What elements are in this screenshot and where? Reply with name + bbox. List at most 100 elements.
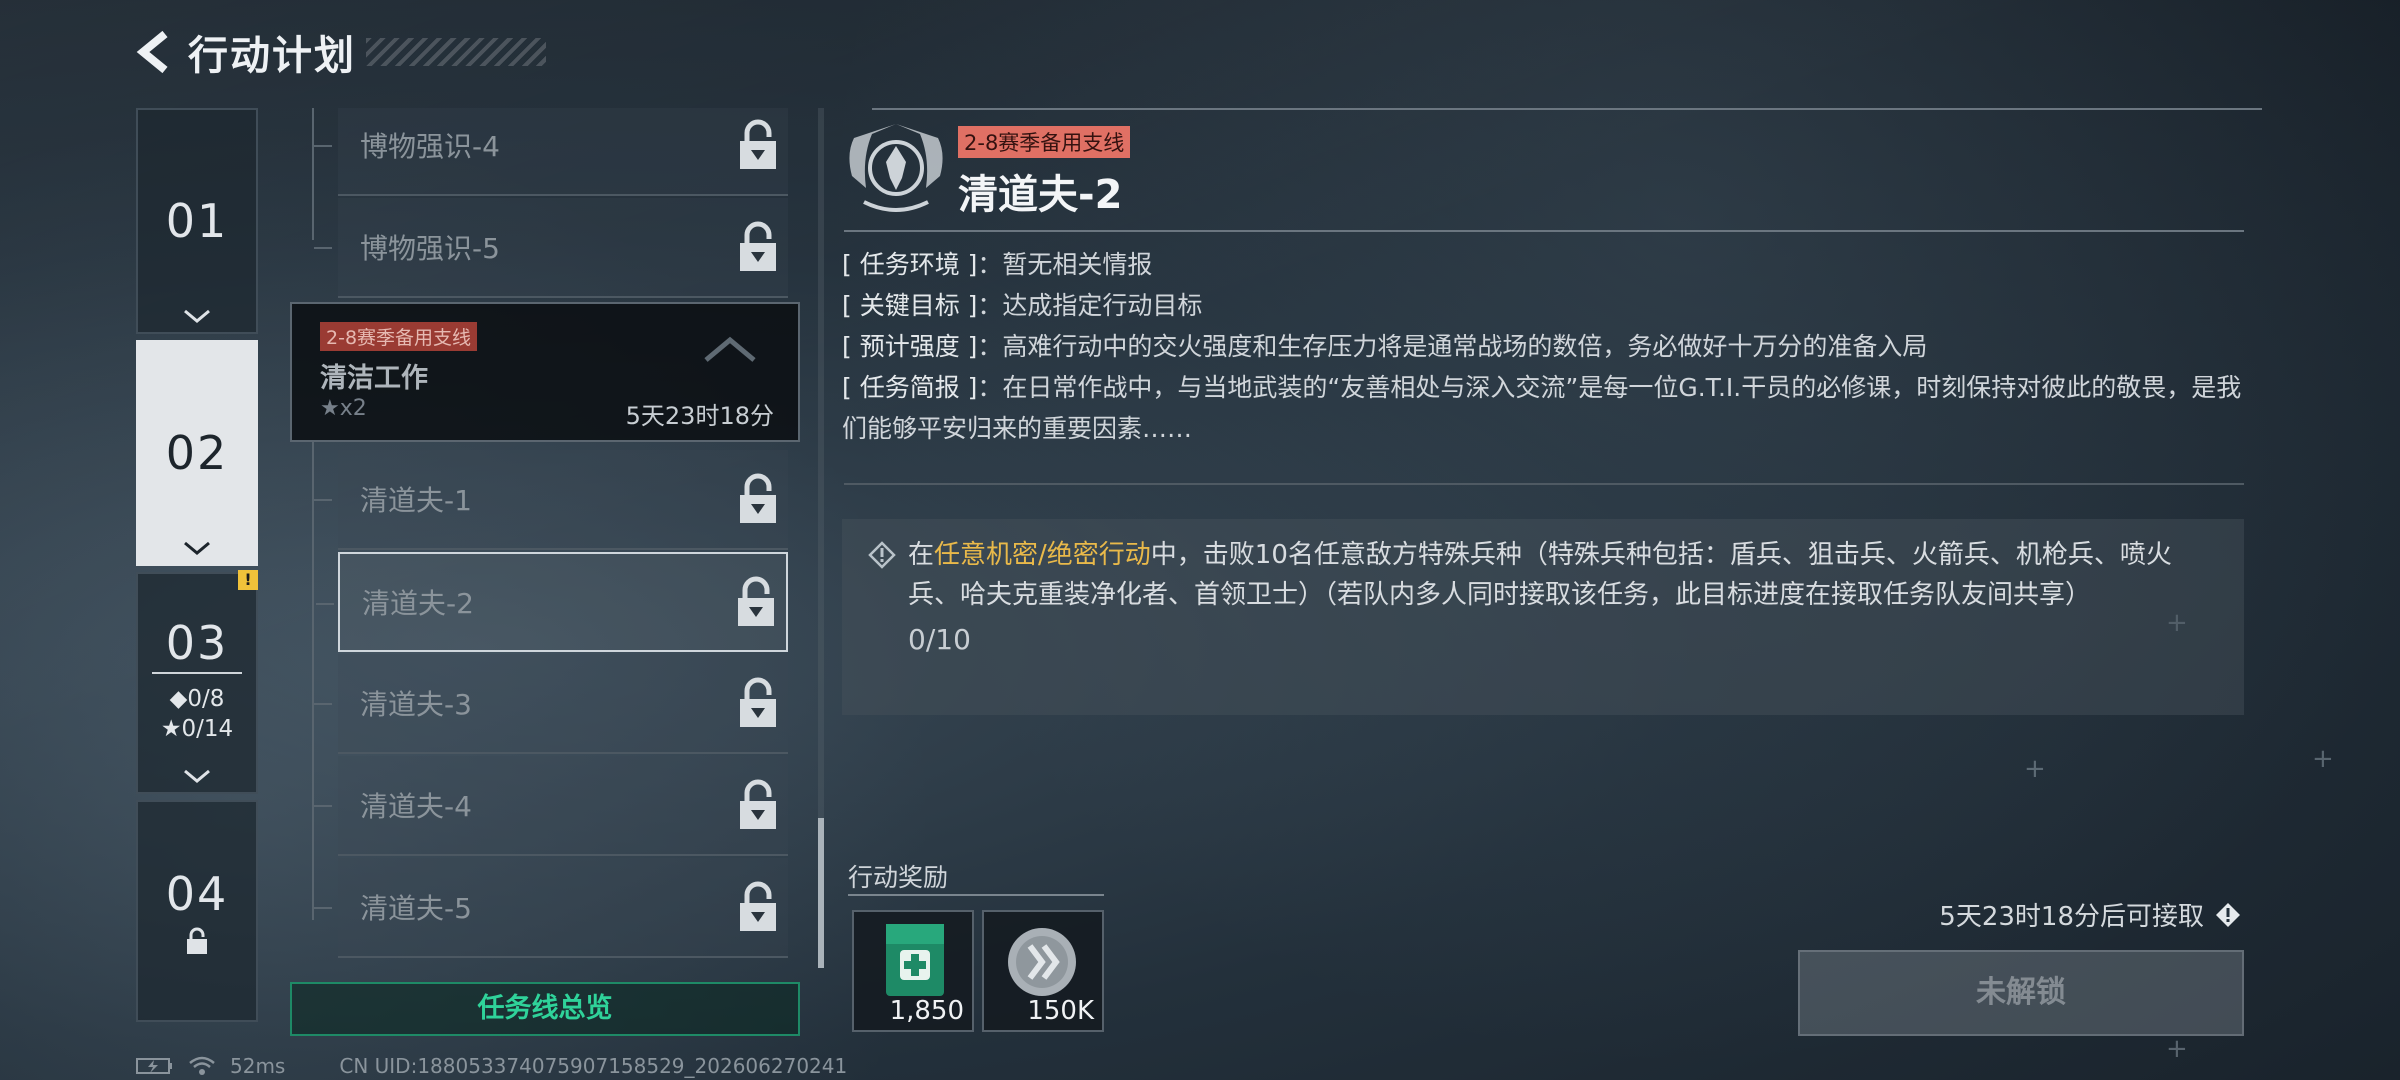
reward-amount: 150K <box>1027 996 1094 1026</box>
task-item[interactable]: 博物强识-4 <box>314 108 788 196</box>
season-tag: 2-8赛季备用支线 <box>958 126 1131 158</box>
reward-item[interactable]: 150K <box>982 910 1104 1032</box>
tree-tick <box>314 145 332 147</box>
chapter-number: 04 <box>165 867 229 921</box>
header: 行动计划 <box>132 20 546 84</box>
lock-icon <box>728 119 788 171</box>
availability-text: 5天23时18分后可接取 <box>1939 902 2204 932</box>
objective-text: 在任意机密/绝密行动中，击败10名任意敌方特殊兵种（特殊兵种包括：盾兵、狙击兵、… <box>908 535 2214 615</box>
task-detail-header: 2-8赛季备用支线 清道夫-2 <box>842 110 2262 230</box>
task-detail-panel: 2-8赛季备用支线 清道夫-2 [ 任务环境 ]：暂无相关情报 [ 关键目标 ]… <box>842 108 2262 715</box>
lock-icon <box>187 927 207 954</box>
availability-notice: 5天23时18分后可接取 <box>1939 896 2242 933</box>
tree-tick <box>314 703 332 705</box>
reward-amount: 1,850 <box>889 996 964 1026</box>
chapter-number: 03 <box>165 616 229 670</box>
chapter-number: 02 <box>165 426 229 480</box>
info-row-environment: [ 任务环境 ]：暂无相关情报 <box>842 250 1153 279</box>
chevron-down-icon <box>184 309 210 323</box>
task-item[interactable]: 清道夫-5 <box>314 858 788 958</box>
title-stripe-decoration <box>366 38 546 66</box>
reward-item[interactable]: 1,850 <box>852 910 974 1032</box>
task-title: 清道夫-2 <box>958 172 1123 218</box>
task-info-list: [ 任务环境 ]：暂无相关情报 [ 关键目标 ]：达成指定行动目标 [ 预计强度… <box>842 244 2252 449</box>
silver-coin-icon <box>1008 928 1076 996</box>
lock-icon <box>726 576 786 628</box>
lock-icon <box>728 677 788 729</box>
info-row-target: [ 关键目标 ]：达成指定行动目标 <box>842 291 1203 320</box>
info-key: [ 关键目标 ] <box>842 291 978 320</box>
locked-accept-button[interactable]: 未解锁 <box>1798 950 2244 1036</box>
chapter-tab-02[interactable]: 02 <box>136 340 258 566</box>
task-label: 清道夫-4 <box>360 790 472 823</box>
tree-tick <box>314 499 332 501</box>
chevron-down-icon <box>184 541 210 555</box>
chapter-column: 01 02 ! 03 ◆0/8 ★0/14 04 <box>136 108 258 1028</box>
task-item[interactable]: 清道夫-3 <box>314 654 788 754</box>
tree-tick <box>316 603 334 605</box>
tree-line <box>312 442 314 920</box>
task-list: 博物强识-4 博物强识-5 2-8赛季备用支线 清洁工作 ★x2 5天23时18… <box>290 108 800 960</box>
rewards-title: 行动奖励 <box>848 863 949 892</box>
task-group-name: 清洁工作 <box>320 363 428 394</box>
task-item[interactable]: 清道夫-4 <box>314 756 788 856</box>
tree-line <box>312 108 314 240</box>
info-value: 在日常作战中，与当地武装的“友善相处与深入交流”是每一位G.T.I.干员的必修课… <box>842 373 2242 443</box>
objective-diamond-icon <box>868 541 896 569</box>
task-group-header[interactable]: 2-8赛季备用支线 清洁工作 ★x2 5天23时18分 <box>290 302 800 442</box>
info-diamond-icon[interactable] <box>2214 901 2242 929</box>
info-row-briefing: [ 任务简报 ]：在日常作战中，与当地武装的“友善相处与深入交流”是每一位G.T… <box>842 373 2242 443</box>
medkit-card-icon <box>886 924 944 996</box>
chapter-tab-03[interactable]: ! 03 ◆0/8 ★0/14 <box>136 570 258 794</box>
task-item[interactable]: 博物强识-5 <box>314 198 788 298</box>
status-bar: 52ms CN UID:18805337407590715852​9_20260… <box>136 1052 847 1080</box>
task-list-scrollbar[interactable] <box>818 108 824 968</box>
tree-tick <box>314 805 332 807</box>
lock-icon <box>728 881 788 933</box>
task-group-stars: ★x2 <box>320 396 367 421</box>
task-label: 清道夫-5 <box>360 892 472 925</box>
objective-card: 在任意机密/绝密行动中，击败10名任意敌方特殊兵种（特殊兵种包括：盾兵、狙击兵、… <box>842 519 2244 715</box>
info-value: 高难行动中的交火强度和生存压力将是通常战场的数倍，务必做好十万分的准备入局 <box>1002 332 1928 361</box>
objective-text-pre: 在 <box>908 540 935 570</box>
season-tag: 2-8赛季备用支线 <box>320 322 478 351</box>
chevron-down-icon <box>184 769 210 783</box>
tree-tick <box>314 907 332 909</box>
info-key: [ 任务环境 ] <box>842 250 978 279</box>
chapter-number: 01 <box>165 194 229 248</box>
chapter-tab-01[interactable]: 01 <box>136 108 258 334</box>
task-line-overview-button[interactable]: 任务线总览 <box>290 982 800 1036</box>
ping-value: 52ms <box>230 1054 286 1078</box>
info-value: 达成指定行动目标 <box>1002 291 1203 320</box>
crosshair-decoration: + <box>2312 744 2334 774</box>
task-item[interactable]: 清道夫-1 <box>314 450 788 550</box>
divider <box>844 483 2244 485</box>
crosshair-decoration: + <box>2024 754 2046 784</box>
objective-progress: 0/10 <box>908 623 971 656</box>
chapter-star-progress: ★0/14 <box>160 716 234 742</box>
lock-icon <box>728 779 788 831</box>
info-value: 暂无相关情报 <box>1002 250 1153 279</box>
objective-highlight: 任意机密/绝密行动 <box>934 540 1151 570</box>
task-label: 清道夫-3 <box>360 688 472 721</box>
lock-icon <box>728 473 788 525</box>
task-label: 清道夫-2 <box>362 587 474 620</box>
back-arrow-icon[interactable] <box>132 24 176 80</box>
crosshair-decoration: + <box>2166 1034 2188 1064</box>
divider <box>844 230 2244 232</box>
info-key: [ 预计强度 ] <box>842 332 978 361</box>
battery-charging-icon <box>136 1058 172 1074</box>
task-group-timer: 5天23时18分 <box>625 402 774 430</box>
task-label: 博物强识-5 <box>360 232 500 265</box>
chapter-tab-04[interactable]: 04 <box>136 800 258 1022</box>
chevron-up-icon[interactable] <box>702 334 758 364</box>
task-label: 博物强识-4 <box>360 130 500 163</box>
lock-icon <box>728 221 788 273</box>
task-label: 清道夫-1 <box>360 484 472 517</box>
eagle-emblem-icon <box>849 124 943 212</box>
player-uid: CN UID:18805337407590715852​9_2026062702… <box>339 1054 848 1078</box>
page-title: 行动计划 <box>188 33 356 79</box>
info-key: [ 任务简报 ] <box>842 373 978 402</box>
scrollbar-thumb[interactable] <box>818 818 824 968</box>
task-item-selected[interactable]: 清道夫-2 <box>316 552 788 652</box>
